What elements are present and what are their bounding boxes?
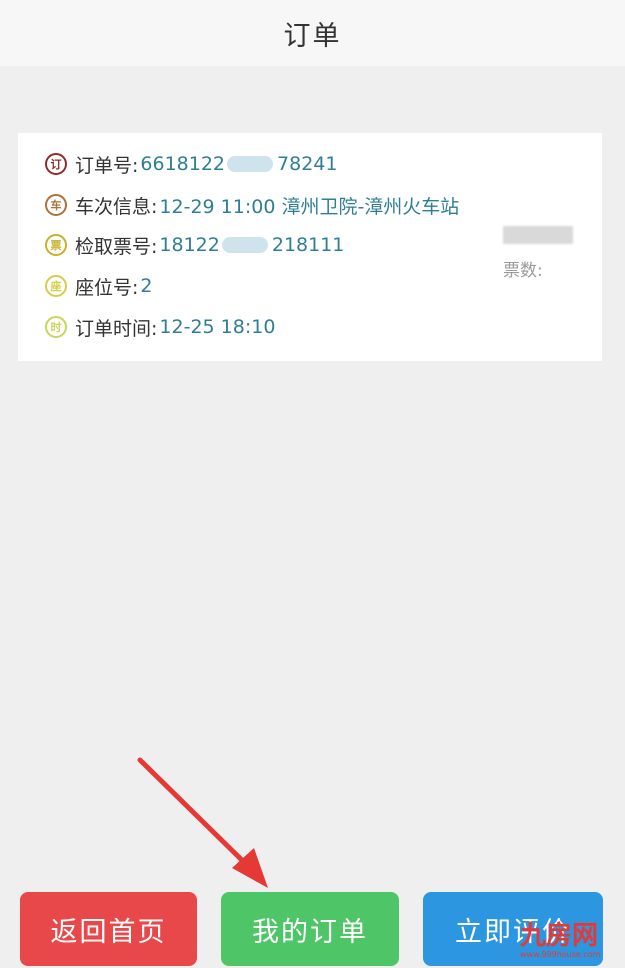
train-info-row: 车 车次信息: 12-29 11:00 漳州卫院-漳州火车站 <box>45 190 459 220</box>
order-time-label: 订单时间: <box>75 317 158 340</box>
order-time-row: 时 订单时间: 12-25 18:10 <box>45 312 275 342</box>
order-number-value-end: 78241 <box>277 153 338 175</box>
ticket-code-label: 检取票号: <box>75 235 158 258</box>
ticket-count-area: 票数: <box>503 222 583 282</box>
order-number-label: 订单号: <box>75 154 139 177</box>
order-time-value: 12-25 18:10 <box>159 316 276 338</box>
my-orders-button[interactable]: 我的订单 <box>221 892 399 966</box>
order-number-icon: 订 <box>45 153 67 175</box>
watermark-text: 九房网 <box>520 921 599 951</box>
back-home-button[interactable]: 返回首页 <box>20 892 197 966</box>
order-time-icon: 时 <box>45 316 67 338</box>
ticket-code-value-end: 218111 <box>271 234 345 256</box>
ticket-code-row: 票 检取票号: 18122 218111 <box>45 230 344 260</box>
watermark-url: www.999house.com <box>520 950 601 959</box>
masked-segment <box>227 156 274 172</box>
blurred-text <box>503 226 573 244</box>
seat-icon: 座 <box>45 275 67 297</box>
seat-label: 座位号: <box>75 276 139 299</box>
seat-value: 2 <box>140 275 153 297</box>
train-info-label: 车次信息: <box>75 195 158 218</box>
ticket-code-value-start: 18122 <box>159 234 220 256</box>
watermark-logo: 九房网 www.999house.com <box>520 922 624 966</box>
header-bar: 订单 <box>0 0 625 66</box>
train-info-icon: 车 <box>45 194 67 216</box>
seat-row: 座 座位号: 2 <box>45 271 153 301</box>
page-title: 订单 <box>283 20 342 52</box>
masked-segment <box>221 237 268 253</box>
train-info-value: 12-29 11:00 漳州卫院-漳州火车站 <box>159 195 460 218</box>
ticket-count-label: 票数: <box>503 261 543 281</box>
order-number-row: 订 订单号: 6618122 78241 <box>45 149 337 179</box>
order-number-value-start: 6618122 <box>140 153 226 175</box>
ticket-code-icon: 票 <box>45 234 67 256</box>
